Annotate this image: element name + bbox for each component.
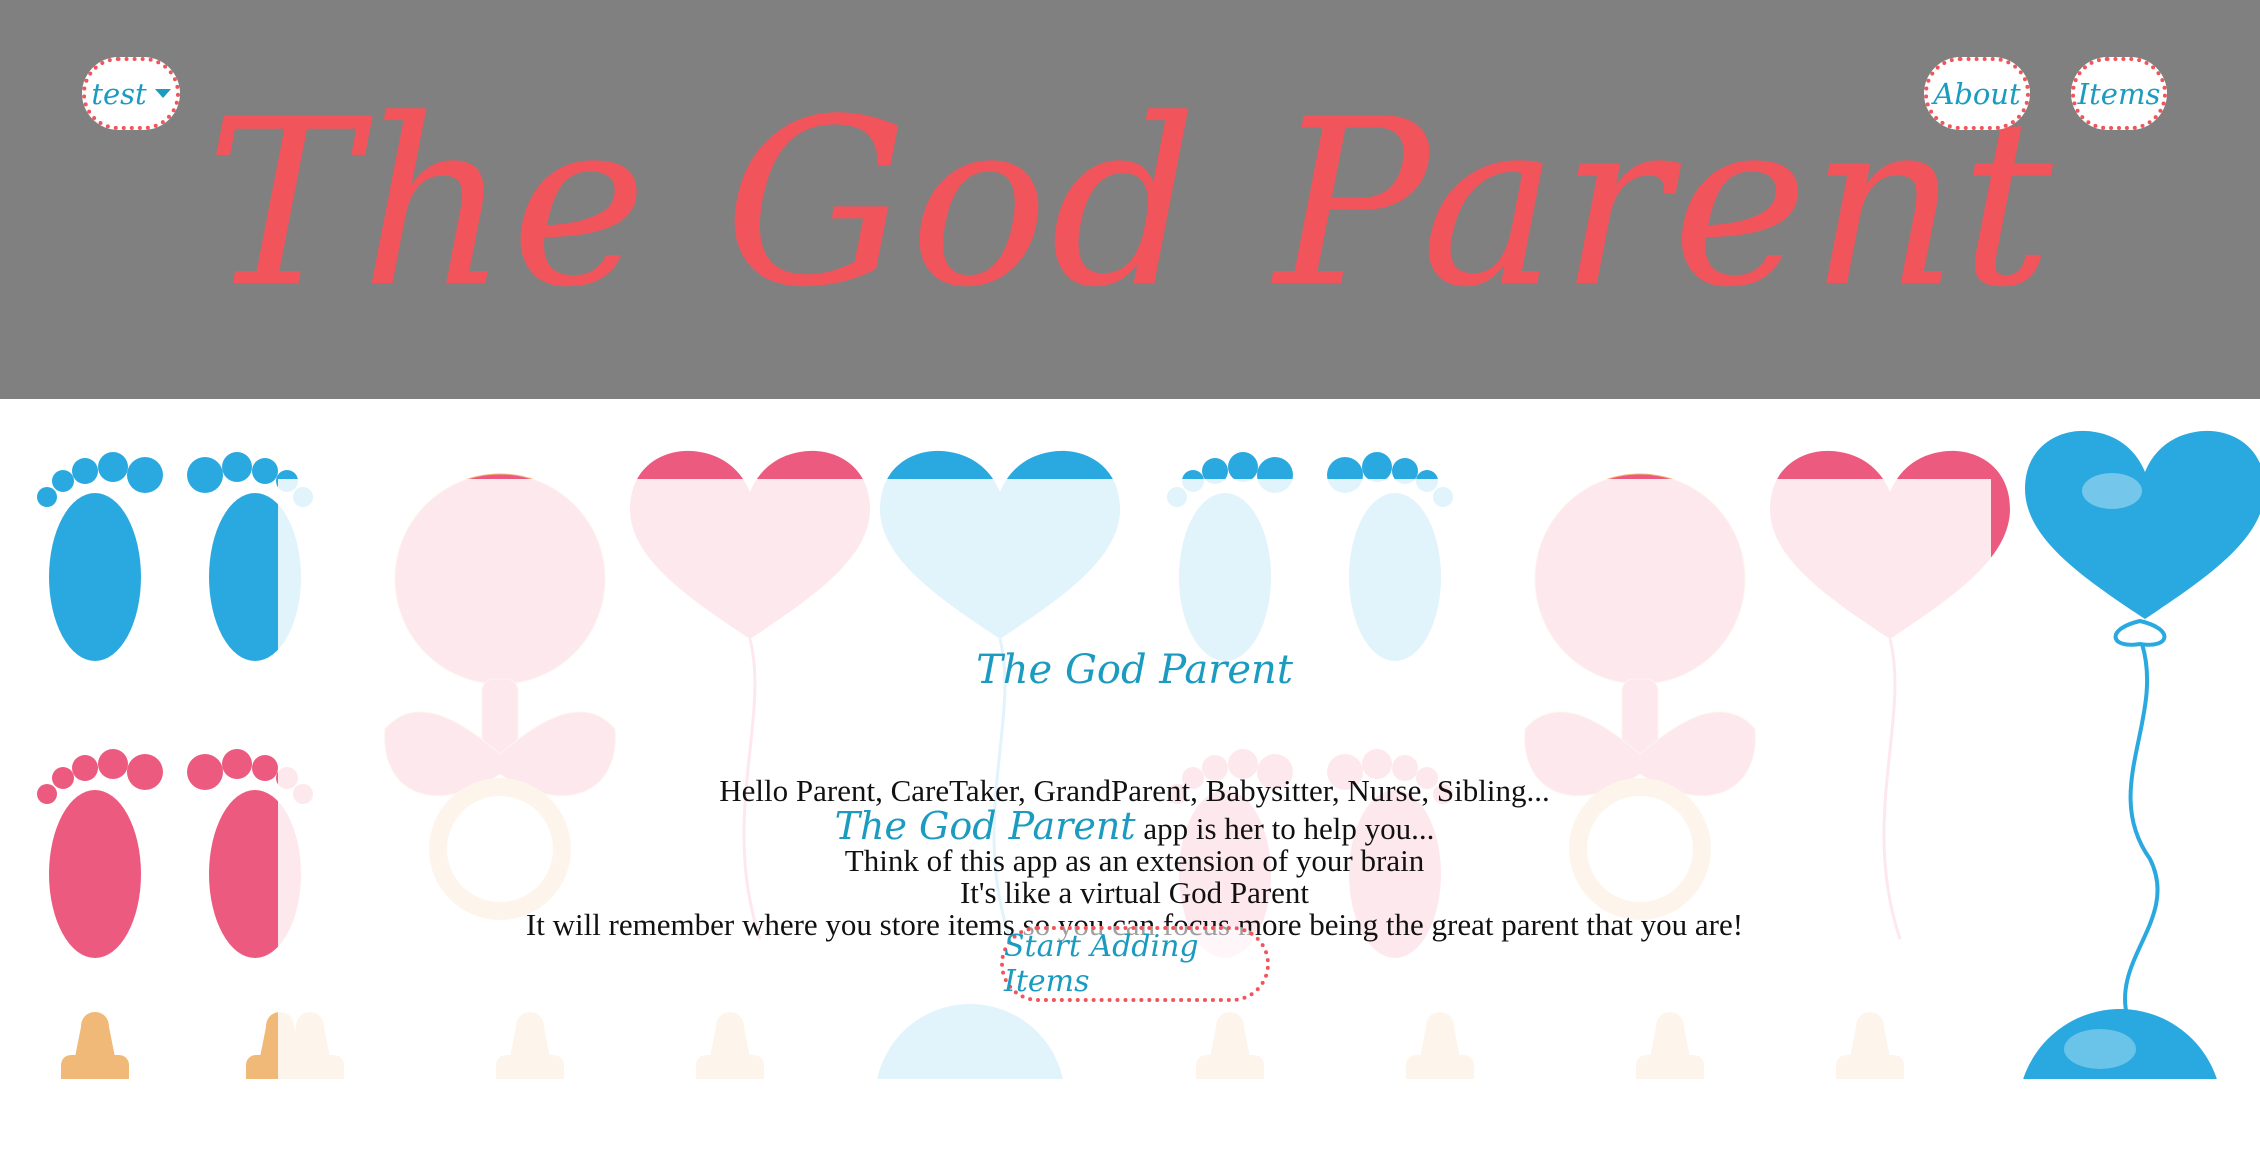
intro-line-1: Hello Parent, CareTaker, GrandParent, Ba… [719,773,1550,808]
about-nav-button[interactable]: About [1924,57,2030,130]
site-title: The God Parent [205,71,2055,338]
start-adding-items-label: Start Adding Items [1004,929,1199,999]
intro-text: Hello Parent, CareTaker, GrandParent, Ba… [278,775,1991,941]
items-nav-label: Items [2077,76,2161,111]
start-adding-items-button[interactable]: Start Adding Items [1000,926,1270,1002]
caret-down-icon [154,89,171,98]
user-menu-dropdown[interactable]: test [82,57,180,130]
intro-line-3: Think of this app as an extension of you… [844,843,1425,878]
intro-line-2: The God Parent app is her to help you... [278,804,1991,848]
round-balloon-icon [2023,1009,2217,1079]
panel-heading: The God Parent [976,647,1293,693]
intro-line-4: It's like a virtual God Parent [959,875,1310,910]
user-menu-label: test [91,76,147,111]
items-nav-button[interactable]: Items [2071,57,2167,130]
heart-balloon-icon [2025,430,2260,1020]
header: The God Parent test About Items [0,0,2260,399]
about-nav-label: About [1933,76,2021,111]
intro-line-2-rest: app is her to help you... [1135,811,1435,846]
hero-section: The God Parent Hello Parent, CareTaker, … [0,399,2260,1079]
baby-feet-icon [37,749,313,958]
welcome-panel: The God Parent Hello Parent, CareTaker, … [278,479,1991,1079]
intro-brand-name: The God Parent [834,804,1136,848]
baby-feet-icon [37,452,313,661]
